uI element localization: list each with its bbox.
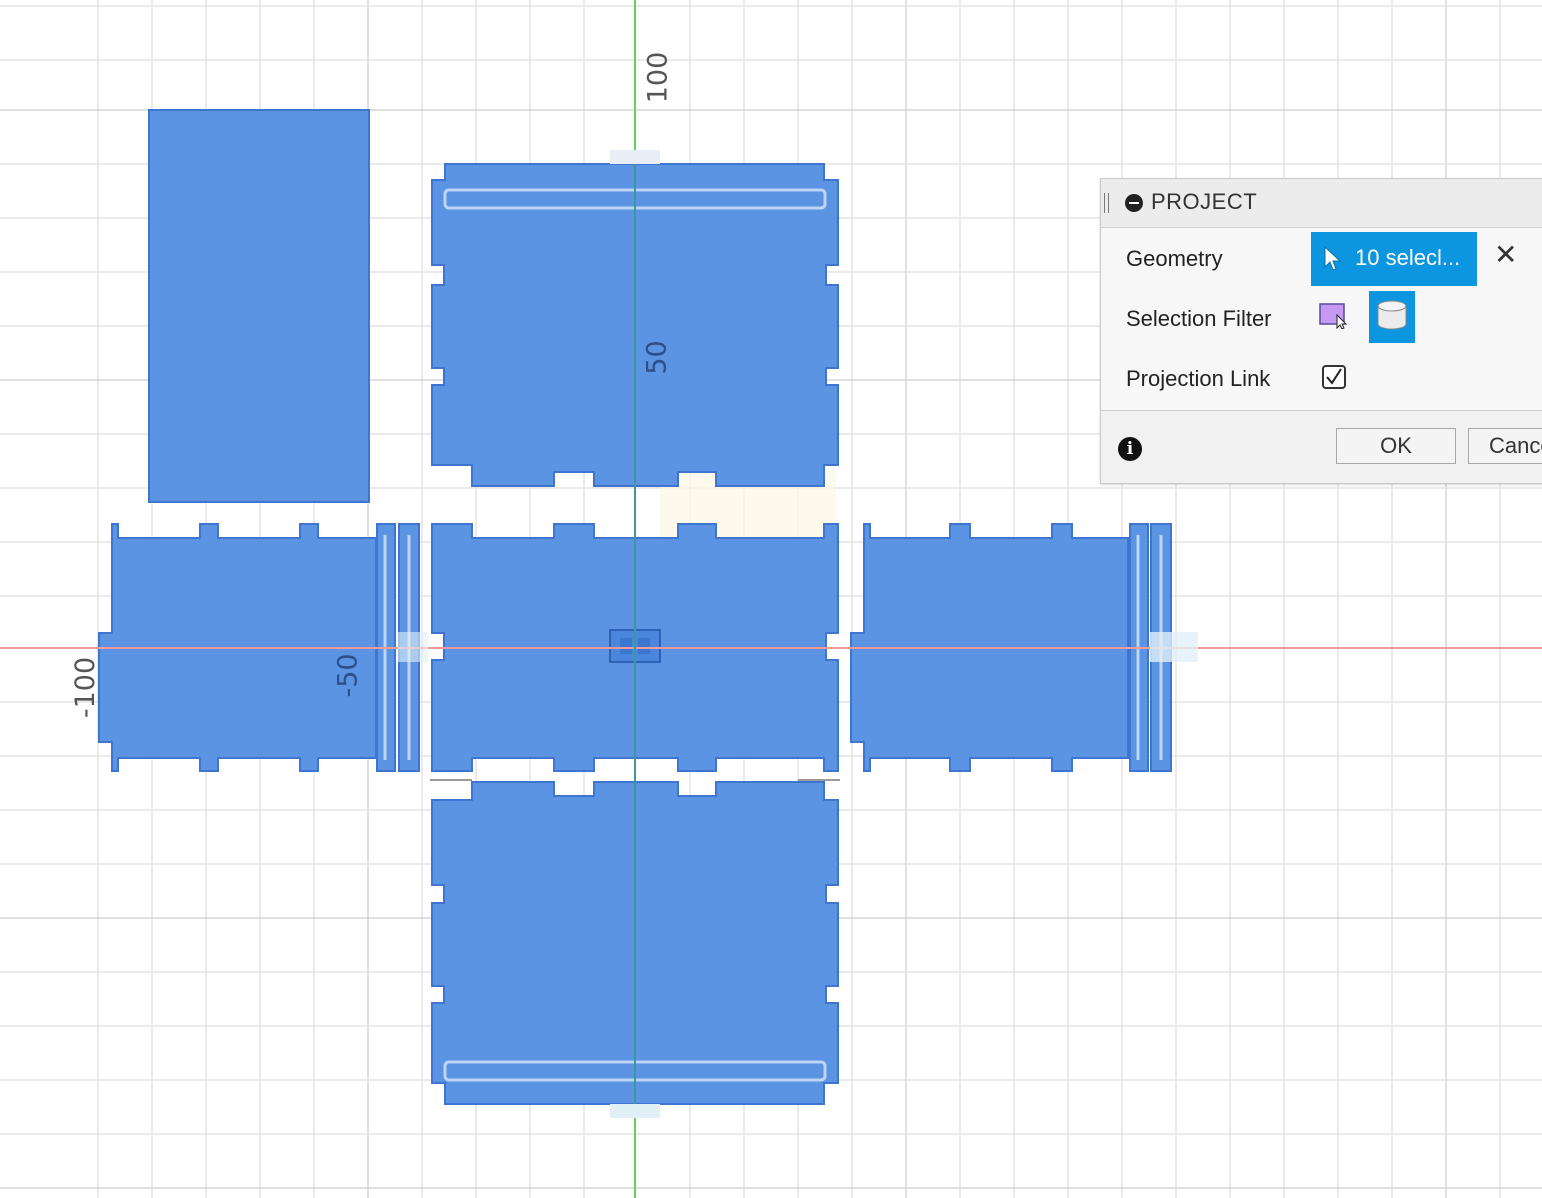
selection-filter-label: Selection Filter bbox=[1126, 306, 1272, 331]
info-icon[interactable]: i bbox=[1118, 437, 1142, 461]
checkmark-icon bbox=[1326, 368, 1342, 385]
minus-circle-icon[interactable] bbox=[1125, 194, 1143, 212]
drag-grip-icon[interactable] bbox=[1104, 193, 1109, 213]
geometry-selection-value: 10 selecl... bbox=[1355, 245, 1461, 270]
body-filter-icon bbox=[1377, 300, 1407, 330]
dialog-title: PROJECT bbox=[1151, 189, 1258, 214]
axis-label-x-minus-100: -100 bbox=[70, 656, 102, 719]
close-icon[interactable]: ✕ bbox=[1494, 241, 1517, 269]
face-filter-icon[interactable] bbox=[1319, 303, 1349, 329]
project-dialog: PROJECT Geometry 10 selecl... ✕ Selectio… bbox=[1100, 178, 1542, 484]
dialog-header[interactable]: PROJECT bbox=[1101, 179, 1542, 228]
projection-link-checkbox[interactable] bbox=[1322, 365, 1346, 389]
projection-link-label: Projection Link bbox=[1126, 366, 1271, 391]
dialog-footer: i OK Cancel bbox=[1101, 411, 1542, 483]
geometry-label: Geometry bbox=[1126, 246, 1223, 271]
cursor-arrow-icon bbox=[1324, 246, 1341, 271]
axis-label-x-minus-50: -50 bbox=[332, 653, 364, 698]
dialog-body: Geometry 10 selecl... ✕ Selection Filter… bbox=[1101, 228, 1542, 411]
body-filter-button[interactable] bbox=[1369, 291, 1415, 343]
panel-rectangle[interactable] bbox=[148, 109, 370, 503]
geometry-selection-button[interactable]: 10 selecl... bbox=[1311, 232, 1477, 286]
axis-label-y-100: 100 bbox=[642, 51, 674, 104]
axis-label-y-50: 50 bbox=[641, 340, 673, 375]
cancel-button[interactable]: Cancel bbox=[1468, 428, 1542, 464]
ok-button[interactable]: OK bbox=[1336, 428, 1456, 464]
